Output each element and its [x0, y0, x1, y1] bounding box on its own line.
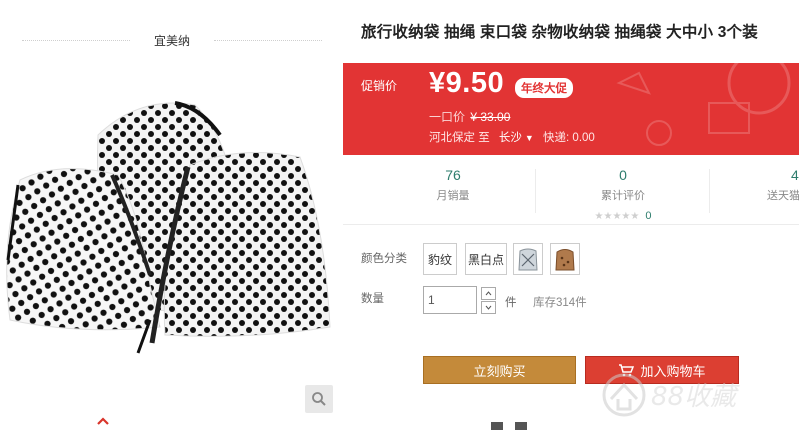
chevron-up-icon: [485, 291, 492, 296]
rating-row: ★★★★★ 0: [583, 206, 663, 224]
svg-text:88收藏: 88收藏: [651, 382, 740, 412]
divider: [709, 169, 710, 213]
color-label: 颜色分类: [361, 253, 407, 265]
color-option-polka[interactable]: 黑白点: [465, 243, 507, 275]
bag-thumbnail-icon: [555, 249, 575, 271]
star-icons: ★★★★★: [594, 211, 640, 222]
stock-count: 库存314件: [533, 297, 587, 309]
promo-price-label: 促销价: [361, 79, 398, 93]
ship-to-city: 长沙: [498, 132, 522, 144]
thumbnail-nav-stub: [491, 422, 503, 430]
promo-background-decoration: [616, 63, 791, 146]
chevron-down-icon: [485, 305, 492, 310]
color-option-swatch-gray[interactable]: [513, 243, 543, 275]
promo-price: ¥9.50: [429, 67, 505, 99]
stat-monthly-sales: 76 月销量: [418, 167, 488, 203]
stats-bar: 76 月销量 0 累计评价 ★★★★★ 0 4 送天猫: [343, 155, 799, 225]
stat-label: 月销量: [436, 190, 470, 202]
stat-tmall-points: 4 送天猫: [753, 167, 799, 203]
stat-value: 0: [619, 167, 627, 183]
original-price: 一口价 ¥ 33.00: [429, 108, 510, 125]
quantity-unit: 件: [505, 297, 517, 309]
stat-label: 累计评价: [601, 190, 645, 202]
ship-to-select[interactable]: 长沙 ▼: [499, 132, 543, 144]
quantity-decrease-button[interactable]: [481, 301, 496, 314]
shop-header: 宜美纳: [22, 30, 322, 50]
rating-count: 0: [645, 210, 652, 222]
gallery-panel: 宜美纳: [0, 0, 343, 430]
search-icon: [312, 392, 326, 406]
product-main-image[interactable]: [0, 95, 343, 370]
quantity-label: 数量: [361, 293, 384, 305]
quantity-increase-button[interactable]: [481, 287, 496, 300]
original-price-value: ¥ 33.00: [470, 110, 511, 124]
divider: [535, 169, 536, 213]
chevron-up-icon[interactable]: [96, 416, 110, 426]
promo-badge: 年终大促: [515, 78, 573, 98]
stat-value: 4: [791, 167, 799, 183]
stat-reviews[interactable]: 0 累计评价 ★★★★★ 0: [583, 167, 663, 224]
thumbnail-nav-stub: [515, 422, 527, 430]
promo-panel: 促销价 ¥9.50 年终大促 一口价 ¥ 33.00 河北保定 至 长沙 ▼ 快递…: [343, 63, 799, 155]
stat-value: 76: [445, 167, 461, 183]
zoom-button[interactable]: [305, 385, 333, 413]
original-price-label: 一口价: [429, 110, 466, 124]
bag-thumbnail-icon: [518, 248, 538, 271]
shipping-info: 河北保定 至 长沙 ▼ 快递: 0.00: [429, 129, 595, 145]
buy-now-button[interactable]: 立刻购买: [423, 356, 576, 384]
stat-label: 送天猫: [767, 190, 799, 202]
ship-from: 河北保定 至: [429, 132, 490, 144]
watermark-logo: 88收藏: [602, 373, 740, 417]
ship-fee: 快递: 0.00: [543, 132, 595, 144]
color-option-swatch-brown[interactable]: [550, 243, 580, 275]
quantity-input[interactable]: [423, 286, 477, 314]
divider: [214, 40, 322, 41]
product-title: 旅行收纳袋 抽绳 束口袋 杂物收纳袋 抽绳袋 大中小 3个装: [361, 24, 758, 41]
product-detail-panel: 旅行收纳袋 抽绳 束口袋 杂物收纳袋 抽绳袋 大中小 3个装 促销价 ¥9.50…: [343, 0, 799, 430]
chevron-down-icon: ▼: [524, 133, 534, 143]
color-option-leopard[interactable]: 豹纹: [423, 243, 457, 275]
